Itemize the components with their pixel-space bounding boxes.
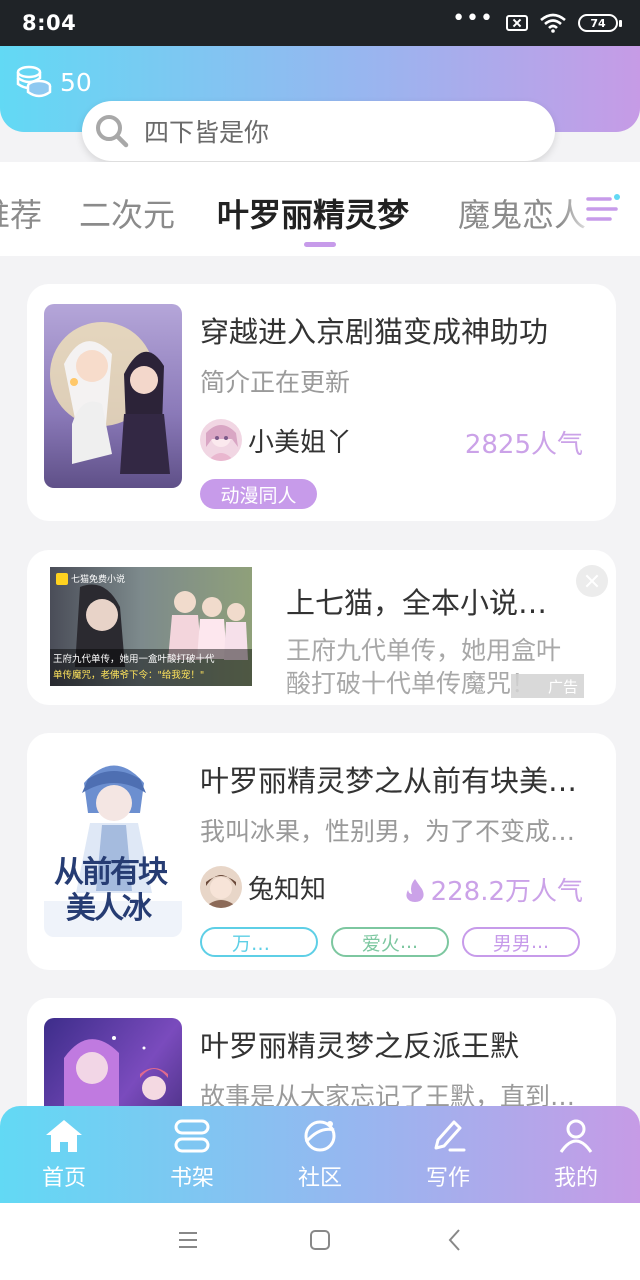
nav-community[interactable]: 社区 xyxy=(256,1106,384,1203)
genre-tag[interactable]: 动漫同人 xyxy=(200,479,317,509)
battery-icon: 74 xyxy=(578,14,622,32)
search-icon xyxy=(96,115,129,148)
book-description: 我叫冰果，性别男，为了不变成女生 xyxy=(200,817,595,846)
book-card[interactable]: 穿越进入京剧猫变成神助功 简介正在更新 小美姐丫 2825人气 动漫同人 xyxy=(27,284,616,521)
sim-off-icon xyxy=(506,15,528,31)
category-tabs: 推荐 二次元 叶罗丽精灵梦 魔鬼恋人 xyxy=(0,162,640,256)
ad-badge: 广告 xyxy=(511,674,584,698)
ad-title: 上七猫，全本小说免费看 xyxy=(286,586,576,620)
genre-tag[interactable]: 男男... xyxy=(462,927,580,957)
author-name: 小美姐丫 xyxy=(248,427,353,458)
tab-anime[interactable]: 二次元 xyxy=(79,190,175,236)
planet-icon xyxy=(304,1120,336,1152)
ad-close-button[interactable] xyxy=(576,565,608,597)
nav-profile[interactable]: 我的 xyxy=(512,1106,640,1203)
book-title: 叶罗丽精灵梦之反派王默 xyxy=(200,1029,520,1063)
ad-caption-1: 王府九代单传，她用一盒叶酸打破十代 xyxy=(53,654,215,665)
coins-count: 50 xyxy=(60,67,92,97)
ad-brand-text: 七猫免费小说 xyxy=(71,575,126,585)
tag-label: 万人迷 xyxy=(232,932,286,955)
tab-recommend[interactable]: 推荐 xyxy=(0,190,42,236)
tab-yeluoli[interactable]: 叶罗丽精灵梦 xyxy=(217,190,409,236)
ad-badge-label: 广告 xyxy=(547,677,578,696)
author-avatar xyxy=(200,866,242,908)
nav-home-label: 首页 xyxy=(41,1166,86,1191)
tab-active-indicator xyxy=(304,242,336,247)
nav-bookshelf-label: 书架 xyxy=(169,1166,214,1191)
nav-home[interactable]: 首页 xyxy=(0,1106,128,1203)
popularity-count: 228.2万人气 xyxy=(430,877,583,907)
ad-caption-2: 单传魔咒，老佛爷下令："给我宠！" xyxy=(53,670,205,681)
home-icon xyxy=(46,1120,82,1152)
nav-write[interactable]: 写作 xyxy=(384,1106,512,1203)
nav-profile-label: 我的 xyxy=(553,1166,598,1191)
search-bar[interactable]: 四下皆是你 xyxy=(82,101,555,161)
tag-label: 男男 xyxy=(492,932,531,955)
status-bar: 8:04 ••• 74 xyxy=(0,0,640,46)
category-menu-icon[interactable] xyxy=(584,192,624,226)
book-cover: 从前有块 美人冰 xyxy=(44,753,182,937)
flame-icon xyxy=(405,878,424,902)
popularity: 228.2万人气 xyxy=(405,871,583,908)
wifi-icon xyxy=(540,13,566,33)
book-cover xyxy=(44,304,182,488)
pen-icon xyxy=(434,1120,466,1152)
ad-image: 七猫免费小说 王府九代单传，她用一盒叶酸打破十代 单传魔咒，老佛爷下令："给我宠… xyxy=(50,567,252,686)
ad-card[interactable]: 七猫免费小说 王府九代单传，她用一盒叶酸打破十代 单传魔咒，老佛爷下令："给我宠… xyxy=(27,550,616,705)
bookshelf-icon xyxy=(174,1119,210,1153)
book-title: 穿越进入京剧猫变成神助功 xyxy=(200,315,549,349)
coins-balance[interactable]: 50 xyxy=(16,64,92,100)
cover-title-line-2: 美人冰 xyxy=(66,891,152,926)
book-card[interactable]: 从前有块 美人冰 叶罗丽精灵梦之从前有块美人冰 我叫冰果，性别男，为了不变成女生… xyxy=(27,733,616,970)
author[interactable]: 小美姐丫 xyxy=(200,419,352,461)
status-icons: ••• 74 xyxy=(452,8,622,33)
bottom-navigation: 首页 书架 社区 写作 我的 xyxy=(0,1106,640,1203)
person-icon xyxy=(559,1119,593,1153)
recent-apps-icon[interactable] xyxy=(177,1227,199,1253)
system-navigation-bar xyxy=(0,1203,640,1280)
genre-tag[interactable]: 万人迷 xyxy=(200,927,318,957)
author-avatar xyxy=(200,419,242,461)
author-name: 兔知知 xyxy=(248,874,327,905)
more-notifications-icon: ••• xyxy=(452,6,494,31)
book-title: 叶罗丽精灵梦之从前有块美人冰 xyxy=(200,764,595,798)
genre-tag[interactable]: 爱火... xyxy=(331,927,449,957)
nav-community-label: 社区 xyxy=(297,1166,342,1191)
popularity-count: 2825人气 xyxy=(464,430,583,460)
tag-label: 爱火 xyxy=(361,932,400,955)
nav-write-label: 写作 xyxy=(425,1166,470,1191)
home-button-icon[interactable] xyxy=(309,1227,331,1253)
back-button-icon[interactable] xyxy=(444,1227,466,1253)
author[interactable]: 兔知知 xyxy=(200,866,326,908)
nav-bookshelf[interactable]: 书架 xyxy=(128,1106,256,1203)
search-placeholder: 四下皆是你 xyxy=(144,118,270,147)
coins-icon xyxy=(16,65,52,98)
book-description: 简介正在更新 xyxy=(200,368,351,397)
status-time: 8:04 xyxy=(22,11,77,35)
